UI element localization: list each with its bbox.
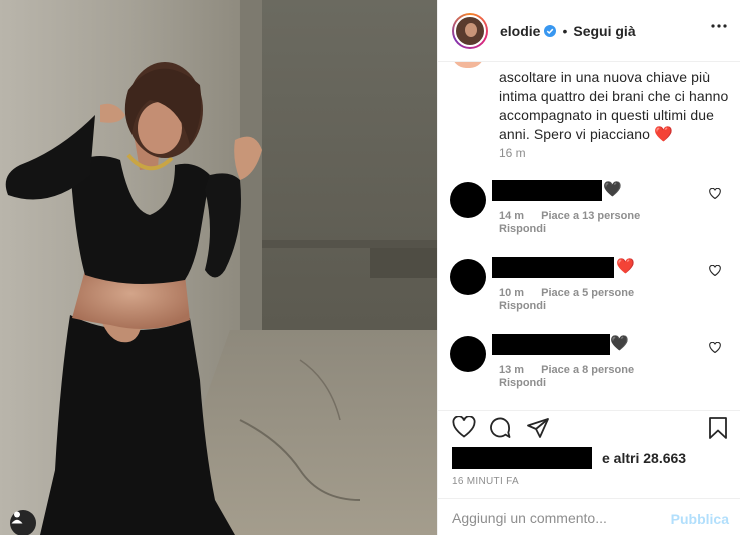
comment-item: 🖤 13 m Piace a 8 persone Rispondi	[438, 334, 740, 404]
verified-icon	[544, 24, 557, 37]
save-icon[interactable]	[708, 416, 728, 440]
post-header: elodie • Segui già	[438, 0, 740, 62]
reply-button[interactable]: Rispondi	[499, 300, 546, 312]
caption-heart-emoji: ❤️	[654, 126, 673, 143]
username[interactable]: elodie	[500, 23, 540, 39]
share-icon[interactable]	[526, 416, 550, 440]
comment-likes[interactable]: Piace a 13 persone	[541, 210, 640, 222]
post-timestamp: 16 MINUTI FA	[452, 476, 519, 487]
comment-likes[interactable]: Piace a 5 persone	[541, 287, 634, 299]
comment-likes[interactable]: Piace a 8 persone	[541, 364, 634, 376]
reply-button[interactable]: Rispondi	[499, 223, 546, 235]
comment-like-icon[interactable]	[709, 265, 721, 276]
likes-redacted	[452, 447, 592, 469]
comment-avatar-redacted[interactable]	[450, 259, 486, 295]
publish-button[interactable]: Pubblica	[671, 511, 729, 527]
comment-avatar-redacted[interactable]	[450, 336, 486, 372]
post-side-panel: elodie • Segui già ascoltare in una nuov…	[437, 0, 740, 535]
comment-heart-emoji: 🖤	[603, 181, 622, 198]
caption-text: ascoltare in una nuova chiave più intima…	[499, 69, 729, 142]
add-comment-bar: Pubblica	[438, 498, 740, 535]
comment-meta: 13 m Piace a 8 persone	[499, 364, 648, 376]
avatar[interactable]	[454, 14, 486, 47]
comment-text-redacted	[492, 180, 602, 201]
comment-text-redacted	[492, 334, 610, 355]
like-icon[interactable]	[452, 416, 476, 438]
comment-input[interactable]	[452, 507, 652, 529]
post-photo[interactable]	[0, 0, 437, 535]
comment-time: 13 m	[499, 364, 525, 376]
comment-item: ❤️ 10 m Piace a 5 persone Rispondi	[438, 257, 740, 327]
comment-icon[interactable]	[488, 416, 512, 440]
separator-dot: •	[562, 22, 568, 39]
more-options-icon[interactable]	[711, 24, 727, 28]
comment-item: 🖤 14 m Piace a 13 persone Rispondi	[438, 180, 740, 250]
comment-time: 14 m	[499, 210, 525, 222]
comment-like-icon[interactable]	[709, 342, 721, 353]
follow-button[interactable]: Segui già	[573, 23, 635, 39]
post-caption: ascoltare in una nuova chiave più intima…	[499, 68, 731, 144]
comment-meta: 10 m Piace a 5 persone	[499, 287, 648, 299]
comment-like-icon[interactable]	[709, 188, 721, 199]
user-tag-icon[interactable]	[10, 510, 36, 535]
comments-scroll-area[interactable]: ascoltare in una nuova chiave più intima…	[438, 62, 740, 410]
post-actions-bar	[438, 410, 740, 450]
comment-heart-emoji: 🖤	[610, 335, 629, 352]
comment-avatar-redacted[interactable]	[450, 182, 486, 218]
reply-button[interactable]: Rispondi	[499, 377, 546, 389]
photo-image	[0, 0, 437, 535]
caption-avatar	[452, 62, 484, 68]
likes-count[interactable]: e altri 28.663	[602, 450, 686, 466]
comment-meta: 14 m Piace a 13 persone	[499, 210, 654, 222]
comment-text-redacted	[492, 257, 614, 278]
likes-summary[interactable]: e altri 28.663	[452, 447, 732, 469]
story-ring[interactable]	[452, 12, 488, 49]
caption-timestamp: 16 m	[499, 146, 526, 160]
comment-time: 10 m	[499, 287, 525, 299]
comment-heart-emoji: ❤️	[616, 258, 635, 275]
